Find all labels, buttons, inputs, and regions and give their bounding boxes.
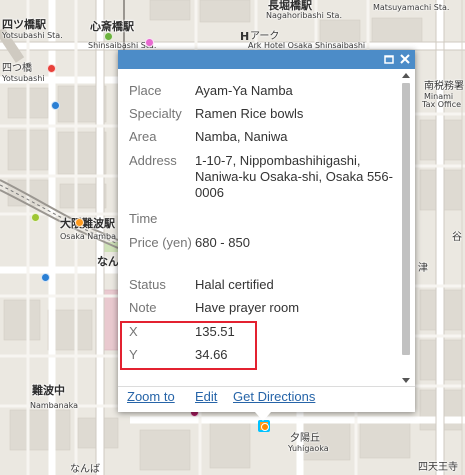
poi-marker[interactable] bbox=[31, 213, 40, 222]
edit-link[interactable]: Edit bbox=[195, 389, 217, 404]
field-label: Time bbox=[129, 211, 158, 226]
map-label: 夕陽丘 bbox=[290, 433, 320, 444]
field-value: Halal certified bbox=[195, 277, 274, 292]
field-label: Place bbox=[129, 83, 162, 98]
field-value: 1-10-7, Nippombashihigashi, Naniwa-ku Os… bbox=[195, 153, 393, 200]
maximize-icon[interactable] bbox=[382, 52, 396, 66]
map-label: Nambanaka bbox=[30, 401, 79, 410]
map-label: Matsuyamachi Sta. bbox=[373, 3, 450, 12]
map-label: 心斎橋駅 bbox=[90, 20, 134, 33]
map-label: なんば bbox=[70, 464, 100, 475]
map-label: 難波中 bbox=[32, 384, 65, 397]
field-value: Ramen Rice bowls bbox=[195, 106, 304, 121]
map-label: 南税務署 bbox=[424, 81, 464, 92]
map-label: アーク bbox=[250, 31, 280, 42]
field-label: Price (yen) bbox=[129, 235, 192, 250]
map-label: 谷 bbox=[452, 232, 462, 243]
field-value: Namba, Naniwa bbox=[195, 129, 288, 144]
map-label: 大阪難波駅 bbox=[60, 217, 115, 230]
selected-station-marker[interactable] bbox=[258, 420, 270, 432]
scroll-up-icon[interactable] bbox=[402, 73, 410, 78]
map-label: 四ツ橋駅 bbox=[2, 18, 46, 31]
coordinates-highlight-box bbox=[120, 321, 257, 370]
popup-pointer bbox=[255, 412, 271, 421]
map-label: Ark Hotel Osaka Shinsaibashi bbox=[248, 41, 366, 50]
poi-marker[interactable] bbox=[75, 218, 84, 227]
close-icon[interactable] bbox=[398, 52, 412, 66]
map-label: Yuhigaoka bbox=[288, 444, 329, 453]
scroll-down-icon[interactable] bbox=[402, 378, 410, 383]
map-label: 津 bbox=[418, 263, 428, 274]
field-label: Address bbox=[129, 153, 177, 168]
poi-marker[interactable] bbox=[51, 101, 60, 110]
field-label: Note bbox=[129, 300, 157, 315]
poi-marker[interactable] bbox=[145, 38, 154, 47]
field-value: 680 - 850 bbox=[195, 235, 250, 250]
map-label: 四つ橋 bbox=[2, 63, 32, 74]
popup-actions: Zoom to Edit Get Directions bbox=[118, 386, 415, 413]
zoom-to-link[interactable]: Zoom to bbox=[127, 389, 175, 404]
map-label: 四天王寺 bbox=[418, 462, 458, 473]
field-label: Status bbox=[129, 277, 166, 292]
poi-marker[interactable] bbox=[47, 64, 56, 73]
field-value: Ayam-Ya Namba bbox=[195, 83, 293, 98]
poi-marker[interactable] bbox=[41, 273, 50, 282]
popup-scrollbar[interactable] bbox=[401, 73, 411, 383]
get-directions-link[interactable]: Get Directions bbox=[233, 389, 315, 404]
field-value: Have prayer room bbox=[195, 300, 300, 315]
map-label: 長堀橋駅 bbox=[268, 0, 312, 12]
scroll-thumb[interactable] bbox=[402, 83, 410, 355]
selected-poi-dot bbox=[261, 423, 269, 431]
field-label: Area bbox=[129, 129, 157, 144]
poi-marker[interactable] bbox=[104, 32, 113, 41]
field-label: Specialty bbox=[129, 106, 182, 121]
map-label: Yotsubashi Sta. bbox=[2, 31, 63, 40]
map-label: Nagahoribashi Sta. bbox=[266, 11, 342, 20]
popup-header bbox=[118, 50, 415, 69]
map-label: Tax Office bbox=[422, 100, 462, 109]
map-label: Yotsubashi bbox=[2, 74, 45, 83]
